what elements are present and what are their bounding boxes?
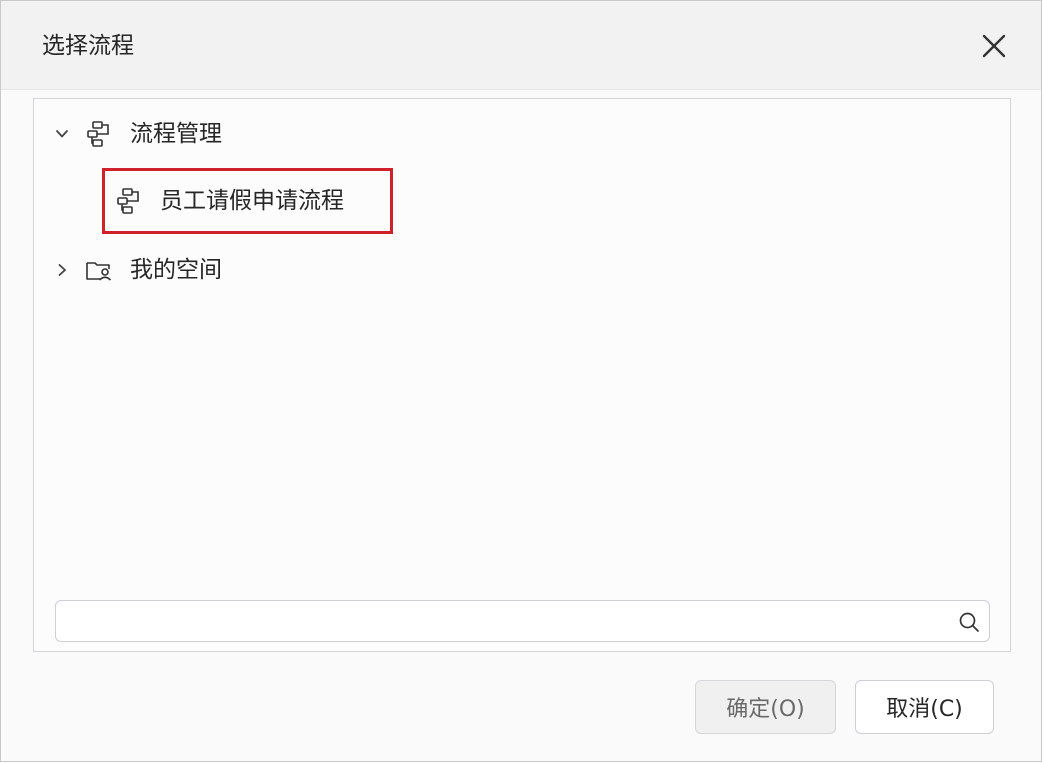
chevron-right-icon[interactable] bbox=[54, 262, 70, 278]
tree-node-employee-leave-process[interactable]: 员工请假申请流程 bbox=[114, 181, 344, 221]
process-tree-panel: 流程管理 员工请假申请流程 我的空间 bbox=[33, 98, 1011, 652]
search-input[interactable] bbox=[66, 601, 950, 643]
tree-node-label: 员工请假申请流程 bbox=[160, 188, 344, 214]
search-box bbox=[55, 600, 990, 643]
user-folder-icon bbox=[84, 255, 114, 285]
confirm-button[interactable]: 确定(O) bbox=[695, 680, 836, 734]
dialog-header: 选择流程 bbox=[1, 1, 1041, 90]
select-process-dialog: 选择流程 流程管理 员工请假申请流程 我的空间 确定(O) 取消(C) bbox=[0, 0, 1042, 762]
tree-node-label: 流程管理 bbox=[130, 121, 222, 147]
close-x-icon bbox=[982, 34, 1006, 58]
process-flow-icon bbox=[114, 186, 144, 216]
search-icon[interactable] bbox=[957, 610, 981, 634]
tree-node-process-management[interactable]: 流程管理 bbox=[54, 114, 222, 154]
dialog-title: 选择流程 bbox=[42, 33, 134, 59]
chevron-down-icon[interactable] bbox=[54, 126, 70, 142]
close-button[interactable] bbox=[979, 31, 1009, 61]
tree-node-my-space[interactable]: 我的空间 bbox=[54, 250, 222, 290]
tree-node-label: 我的空间 bbox=[130, 257, 222, 283]
cancel-button[interactable]: 取消(C) bbox=[855, 680, 994, 734]
process-flow-icon bbox=[84, 119, 114, 149]
